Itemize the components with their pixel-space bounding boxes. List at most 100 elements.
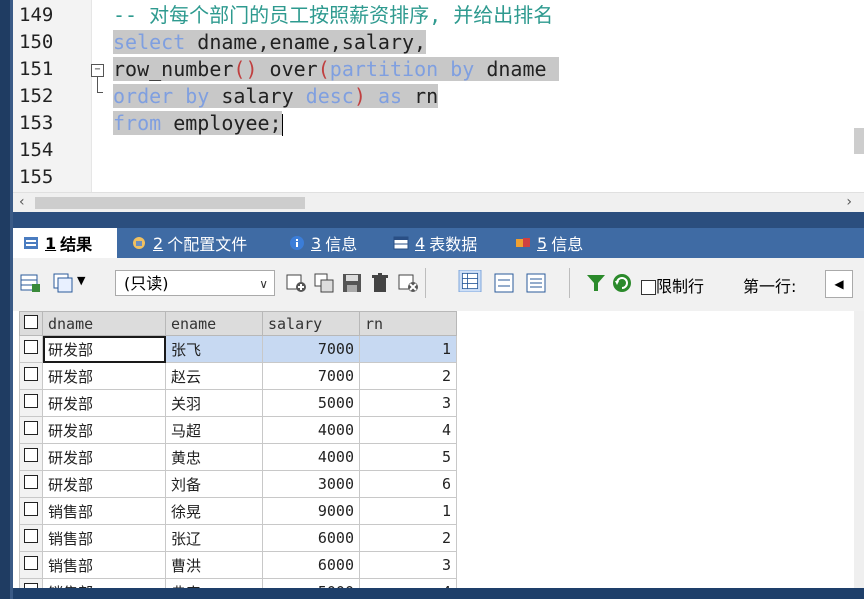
checkbox-icon[interactable] bbox=[24, 314, 38, 329]
form-view-icon[interactable] bbox=[493, 272, 515, 294]
text-view-icon[interactable] bbox=[525, 272, 547, 294]
table-row[interactable]: 研发部 赵云 7000 2 bbox=[19, 362, 457, 390]
cell-salary[interactable]: 6000 bbox=[262, 524, 360, 552]
cell-ename[interactable]: 典韦 bbox=[165, 578, 263, 588]
tab-table-data[interactable]: 4 表数据 bbox=[393, 228, 477, 258]
limit-checkbox[interactable] bbox=[641, 280, 656, 295]
cell-rn[interactable]: 6 bbox=[359, 470, 457, 498]
row-checkbox[interactable] bbox=[19, 335, 43, 363]
dropdown-arrow-icon[interactable]: ▼ bbox=[77, 274, 85, 296]
result-grid[interactable]: dname ename salary rn 研发部 张飞 7000 1 研发部 赵云 700… bbox=[13, 311, 864, 588]
filter-icon[interactable] bbox=[585, 272, 607, 294]
cell-ename[interactable]: 徐晃 bbox=[165, 497, 263, 525]
cell-ename[interactable]: 刘备 bbox=[165, 470, 263, 498]
cell-salary[interactable]: 3000 bbox=[262, 470, 360, 498]
cell-ename[interactable]: 曹洪 bbox=[165, 551, 263, 579]
cell-ename[interactable]: 张飞 bbox=[165, 335, 263, 363]
cell-rn[interactable]: 2 bbox=[359, 362, 457, 390]
row-checkbox[interactable] bbox=[19, 551, 43, 579]
checkbox-icon[interactable] bbox=[24, 367, 38, 381]
checkbox-icon[interactable] bbox=[24, 529, 38, 543]
cell-rn[interactable]: 1 bbox=[359, 335, 457, 363]
cell-salary[interactable]: 7000 bbox=[262, 335, 360, 363]
checkbox-icon[interactable] bbox=[24, 421, 38, 435]
table-row[interactable]: 销售部 徐晃 9000 1 bbox=[19, 497, 457, 525]
editor-vertical-scrollbar[interactable] bbox=[854, 128, 864, 154]
pane-divider[interactable] bbox=[13, 212, 864, 228]
row-checkbox[interactable] bbox=[19, 578, 43, 588]
cell-ename[interactable]: 关羽 bbox=[165, 389, 263, 417]
table-row[interactable]: 研发部 刘备 3000 6 bbox=[19, 470, 457, 498]
column-header-dname[interactable]: dname bbox=[42, 311, 166, 336]
row-checkbox[interactable] bbox=[19, 416, 43, 444]
checkbox-icon[interactable] bbox=[24, 556, 38, 570]
row-checkbox[interactable] bbox=[19, 362, 43, 390]
table-row[interactable]: 销售部 曹洪 6000 3 bbox=[19, 551, 457, 579]
grid-vertical-scrollbar[interactable] bbox=[854, 311, 864, 588]
cell-dname[interactable]: 研发部 bbox=[42, 362, 166, 390]
checkbox-icon[interactable] bbox=[24, 475, 38, 489]
cell-dname[interactable]: 研发部 bbox=[42, 443, 166, 471]
cell-rn[interactable]: 3 bbox=[359, 551, 457, 579]
row-checkbox[interactable] bbox=[19, 470, 43, 498]
table-row[interactable]: 研发部 关羽 5000 3 bbox=[19, 389, 457, 417]
cell-salary[interactable]: 4000 bbox=[262, 443, 360, 471]
cell-salary[interactable]: 5000 bbox=[262, 389, 360, 417]
cancel-changes-icon[interactable] bbox=[397, 272, 419, 294]
cell-dname[interactable]: 研发部 bbox=[42, 389, 166, 417]
cell-ename[interactable]: 马超 bbox=[165, 416, 263, 444]
export-grid-icon[interactable] bbox=[19, 272, 41, 294]
checkbox-icon[interactable] bbox=[24, 394, 38, 408]
cell-dname[interactable]: 研发部 bbox=[42, 335, 166, 363]
checkbox-icon[interactable] bbox=[24, 340, 38, 354]
cell-rn[interactable]: 1 bbox=[359, 497, 457, 525]
cell-ename[interactable]: 黄忠 bbox=[165, 443, 263, 471]
tab-info[interactable]: 3 信息 bbox=[289, 228, 357, 258]
cell-dname[interactable]: 销售部 bbox=[42, 578, 166, 588]
table-row[interactable]: 销售部 张辽 6000 2 bbox=[19, 524, 457, 552]
row-checkbox[interactable] bbox=[19, 389, 43, 417]
cell-ename[interactable]: 赵云 bbox=[165, 362, 263, 390]
duplicate-row-icon[interactable] bbox=[313, 272, 335, 294]
insert-row-icon[interactable] bbox=[285, 272, 307, 294]
cell-dname[interactable]: 销售部 bbox=[42, 497, 166, 525]
row-checkbox[interactable] bbox=[19, 497, 43, 525]
cell-rn[interactable]: 4 bbox=[359, 416, 457, 444]
editor-horizontal-scrollbar[interactable]: ‹ › bbox=[13, 192, 864, 213]
limit-rows-toggle[interactable]: 限制行 bbox=[641, 273, 704, 296]
scroll-left-icon[interactable]: ‹ bbox=[19, 194, 25, 210]
cell-salary[interactable]: 4000 bbox=[262, 416, 360, 444]
cell-rn[interactable]: 4 bbox=[359, 578, 457, 588]
checkbox-icon[interactable] bbox=[24, 448, 38, 462]
column-header-salary[interactable]: salary bbox=[262, 311, 360, 336]
mode-select[interactable]: (只读) ∨ bbox=[115, 270, 275, 296]
table-row[interactable]: 销售部典韦50004 bbox=[19, 578, 457, 588]
cell-rn[interactable]: 5 bbox=[359, 443, 457, 471]
column-header-rn[interactable]: rn bbox=[359, 311, 457, 336]
select-all-checkbox[interactable] bbox=[19, 311, 43, 336]
cell-dname[interactable]: 研发部 bbox=[42, 416, 166, 444]
cell-salary[interactable]: 5000 bbox=[262, 578, 360, 588]
scrollbar-thumb[interactable] bbox=[35, 197, 305, 209]
delete-icon[interactable] bbox=[369, 272, 391, 294]
table-row[interactable]: 研发部 黄忠 4000 5 bbox=[19, 443, 457, 471]
grid-view-icon[interactable] bbox=[457, 270, 483, 292]
cell-ename[interactable]: 张辽 bbox=[165, 524, 263, 552]
row-checkbox[interactable] bbox=[19, 443, 43, 471]
cell-dname[interactable]: 销售部 bbox=[42, 524, 166, 552]
tab-profiles[interactable]: 2 个配置文件 bbox=[131, 228, 247, 258]
tab-result[interactable]: 1 结果 bbox=[13, 228, 117, 258]
row-checkbox[interactable] bbox=[19, 524, 43, 552]
cell-salary[interactable]: 7000 bbox=[262, 362, 360, 390]
cell-dname[interactable]: 销售部 bbox=[42, 551, 166, 579]
cell-dname[interactable]: 研发部 bbox=[42, 470, 166, 498]
copy-grid-icon[interactable] bbox=[51, 272, 73, 294]
cell-salary[interactable]: 6000 bbox=[262, 551, 360, 579]
table-row[interactable]: 研发部 张飞 7000 1 bbox=[19, 335, 457, 363]
sql-editor[interactable]: 149 150 151 152 153 154 155 − -- 对每个部门的员… bbox=[13, 0, 864, 192]
cell-salary[interactable]: 9000 bbox=[262, 497, 360, 525]
scroll-right-icon[interactable]: › bbox=[846, 194, 852, 210]
refresh-icon[interactable] bbox=[611, 272, 633, 294]
save-icon[interactable] bbox=[341, 272, 363, 294]
tab-info-2[interactable]: 5 信息 bbox=[515, 228, 583, 258]
